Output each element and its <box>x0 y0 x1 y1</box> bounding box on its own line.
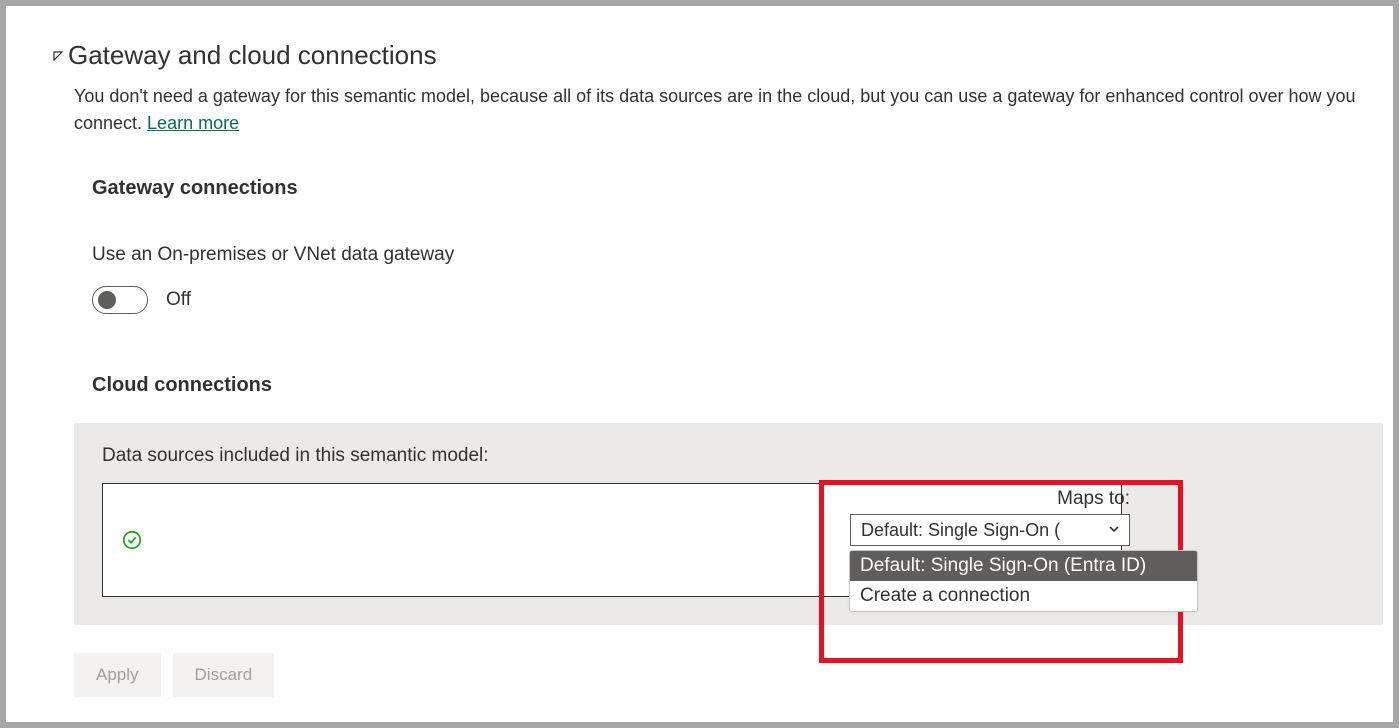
gateway-toggle-label: Use an On-premises or VNet data gateway <box>92 244 1383 266</box>
description-text: You don't need a gateway for this semant… <box>74 86 1356 133</box>
dropdown-selected-text: Default: Single Sign-On ( <box>861 520 1060 541</box>
chevron-down-icon <box>1107 520 1121 541</box>
cloud-connections-title: Cloud connections <box>92 374 1383 397</box>
check-circle-icon <box>121 529 143 551</box>
gateway-toggle-state: Off <box>166 289 191 311</box>
dropdown-option-default-sso[interactable]: Default: Single Sign-On (Entra ID) <box>850 551 1197 581</box>
maps-to-dropdown[interactable]: Default: Single Sign-On ( <box>850 514 1130 546</box>
learn-more-link[interactable]: Learn more <box>147 113 239 133</box>
gateway-toggle[interactable] <box>92 286 148 314</box>
discard-button[interactable]: Discard <box>173 653 275 697</box>
apply-button[interactable]: Apply <box>74 653 161 697</box>
data-sources-label: Data sources included in this semantic m… <box>102 445 1355 467</box>
maps-to-label: Maps to: <box>1057 488 1130 510</box>
section-header: Gateway and cloud connections <box>50 40 1383 71</box>
maps-to-area: Maps to: Default: Single Sign-On ( Defau… <box>850 488 1210 612</box>
collapse-icon[interactable] <box>50 48 66 64</box>
section-description: You don't need a gateway for this semant… <box>74 83 1383 137</box>
gateway-connections-title: Gateway connections <box>92 177 1383 200</box>
section-title: Gateway and cloud connections <box>68 40 437 71</box>
toggle-knob <box>98 291 116 309</box>
dropdown-option-create-connection[interactable]: Create a connection <box>850 581 1197 611</box>
dropdown-list: Default: Single Sign-On (Entra ID) Creat… <box>849 550 1198 612</box>
